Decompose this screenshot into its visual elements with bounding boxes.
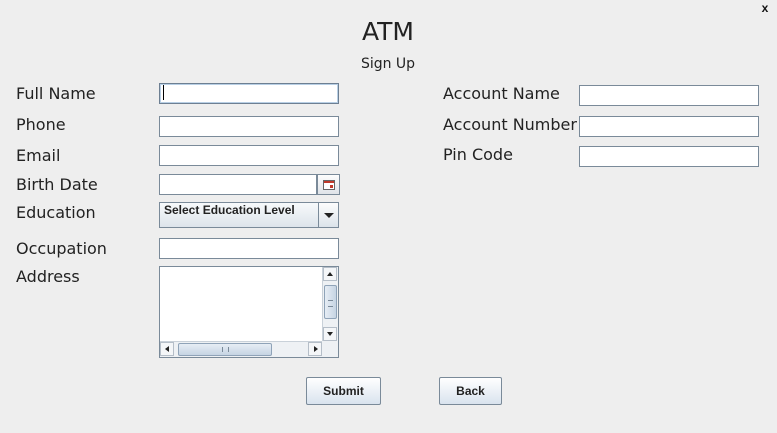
- submit-button[interactable]: Submit: [306, 377, 381, 405]
- pin-code-label: Pin Code: [443, 145, 513, 164]
- scroll-down-icon[interactable]: [323, 327, 337, 341]
- calendar-icon: [323, 180, 335, 190]
- address-textarea-container: [159, 266, 339, 358]
- page-title: ATM: [361, 17, 414, 46]
- occupation-field[interactable]: [159, 238, 339, 259]
- phone-label: Phone: [16, 115, 66, 134]
- email-field[interactable]: [159, 145, 339, 166]
- scroll-left-icon[interactable]: [160, 342, 174, 356]
- account-number-label: Account Number: [443, 115, 577, 134]
- vertical-scroll-thumb[interactable]: [324, 285, 337, 319]
- scroll-right-icon[interactable]: [308, 342, 322, 356]
- chevron-down-icon[interactable]: [318, 203, 338, 227]
- email-label: Email: [16, 146, 61, 165]
- address-textarea[interactable]: [160, 267, 322, 341]
- education-select[interactable]: Select Education Level: [159, 202, 339, 228]
- full-name-label: Full Name: [16, 84, 96, 103]
- phone-field[interactable]: [159, 116, 339, 137]
- vertical-scrollbar[interactable]: [322, 267, 338, 341]
- close-button[interactable]: x: [758, 0, 772, 16]
- pin-code-field[interactable]: [579, 146, 759, 167]
- horizontal-scrollbar[interactable]: [160, 341, 322, 357]
- account-name-label: Account Name: [443, 84, 560, 103]
- address-label: Address: [16, 267, 80, 286]
- education-label: Education: [16, 203, 96, 222]
- date-picker-button[interactable]: [317, 174, 340, 195]
- account-name-field[interactable]: [579, 85, 759, 106]
- text-caret: [163, 85, 164, 100]
- occupation-label: Occupation: [16, 239, 107, 258]
- page-subtitle: Sign Up: [360, 56, 416, 72]
- scroll-up-icon[interactable]: [323, 267, 337, 281]
- birth-date-field[interactable]: [159, 174, 317, 195]
- birth-date-label: Birth Date: [16, 175, 98, 194]
- full-name-field[interactable]: [159, 83, 339, 104]
- scrollbar-corner: [322, 341, 338, 357]
- back-button[interactable]: Back: [439, 377, 502, 405]
- education-select-value: Select Education Level: [164, 203, 295, 217]
- account-number-field[interactable]: [579, 116, 759, 137]
- horizontal-scroll-thumb[interactable]: [178, 343, 272, 356]
